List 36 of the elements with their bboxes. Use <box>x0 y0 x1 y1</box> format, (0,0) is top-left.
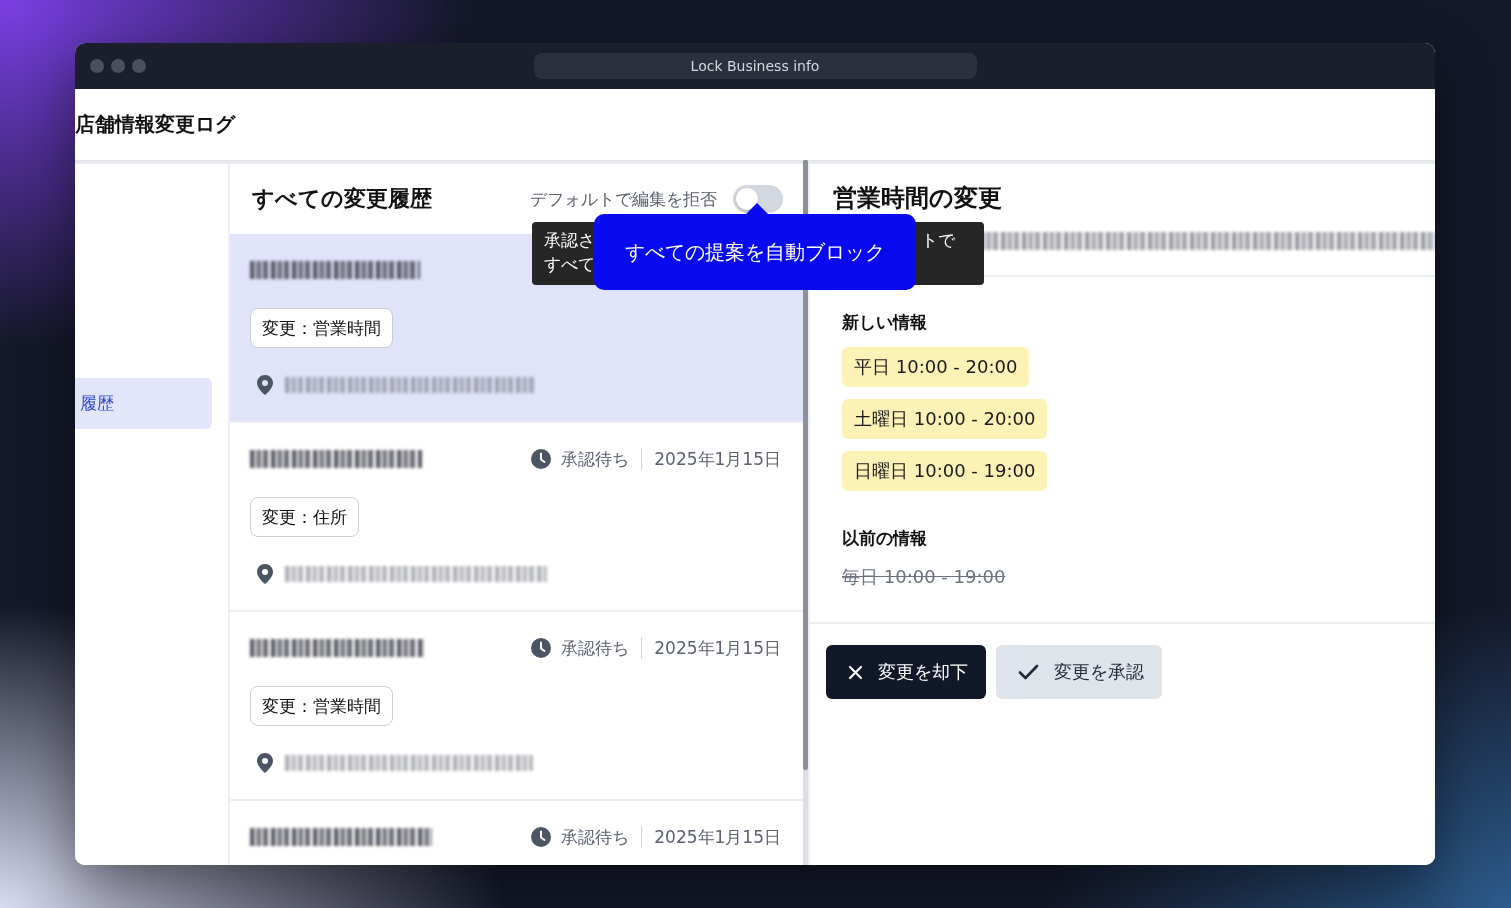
clock-icon <box>531 827 552 847</box>
window-title: Lock Business info <box>533 53 977 79</box>
date-text: 2025年1月15日 <box>654 447 781 471</box>
new-hours-chip: 日曜日 10:00 - 19:00 <box>842 451 1048 491</box>
previous-hours-text: 毎日 10:00 - 19:00 <box>842 565 1006 589</box>
date-text: 2025年1月15日 <box>654 636 781 660</box>
change-item[interactable]: 承認待ち 2025年1月15日 変更：住所 <box>230 423 803 610</box>
status-text: 承認待ち <box>561 636 630 660</box>
list-title: すべての変更履歴 <box>252 185 432 213</box>
change-type-tag: 変更：営業時間 <box>250 686 393 726</box>
change-type-tag: 変更：住所 <box>250 497 359 537</box>
approve-button[interactable]: 変更を承認 <box>996 645 1162 699</box>
window-control-icon[interactable] <box>90 59 104 73</box>
change-item[interactable]: 承認待ち 2025年1月15日 <box>230 801 803 865</box>
section-heading: 新しい情報 <box>842 311 927 334</box>
sidebar-item[interactable]: 履歴 <box>75 378 212 429</box>
status-text: 承認待ち <box>561 447 630 471</box>
check-icon <box>1018 664 1039 680</box>
window-control-icon[interactable] <box>111 59 125 73</box>
status-text: 承認待ち <box>561 825 630 849</box>
section-heading: 以前の情報 <box>842 527 927 550</box>
window-control-icon[interactable] <box>132 59 146 73</box>
page-title: 店舗情報変更ログ <box>75 111 235 138</box>
change-item[interactable]: 承認待ち 2025年1月15日 変更：営業時間 <box>230 612 803 799</box>
new-hours-chip: 土曜日 10:00 - 20:00 <box>842 399 1048 439</box>
change-type-tag: 変更：営業時間 <box>250 308 393 348</box>
toggle-switch[interactable] <box>733 185 783 213</box>
clock-icon <box>531 638 552 658</box>
date-text: 2025年1月15日 <box>654 825 781 849</box>
new-hours-chip: 平日 10:00 - 20:00 <box>842 347 1030 387</box>
close-icon <box>848 664 863 680</box>
clock-icon <box>531 449 552 469</box>
location-pin-icon <box>257 375 273 395</box>
reject-button[interactable]: 変更を却下 <box>826 645 986 699</box>
location-pin-icon <box>257 753 273 773</box>
location-pin-icon <box>257 564 273 584</box>
